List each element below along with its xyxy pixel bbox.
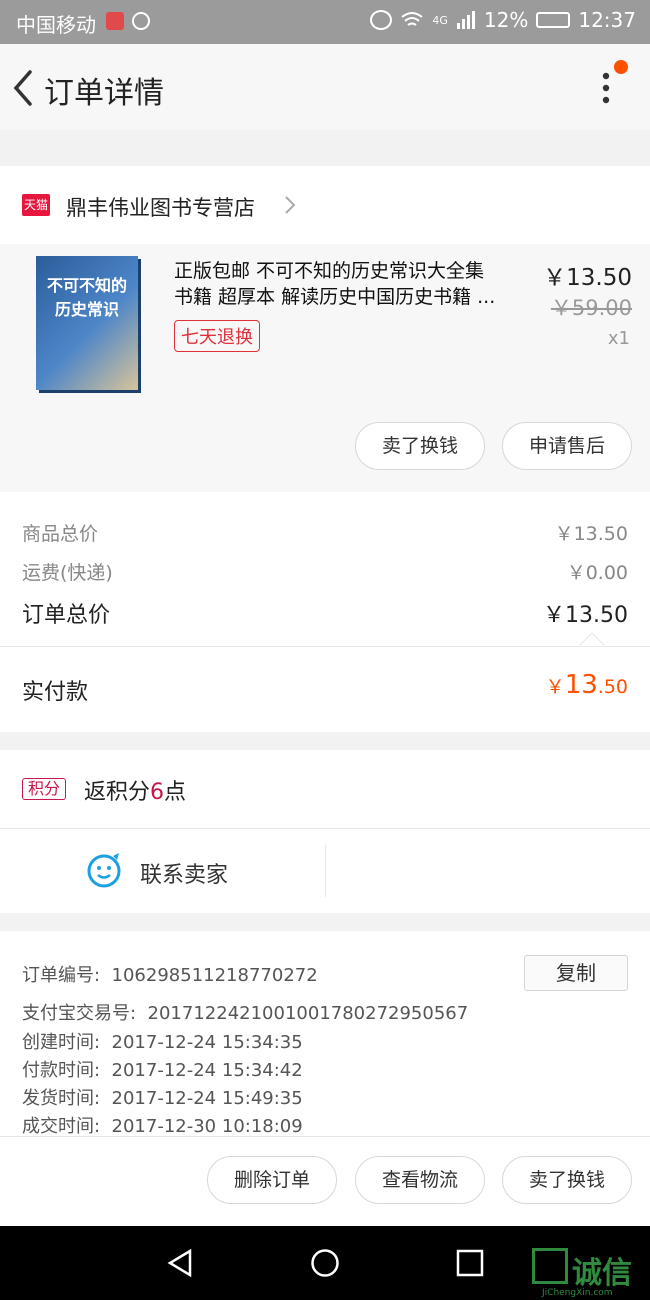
after-sale-button[interactable]: 申请售后 [502, 422, 632, 470]
order-number: 106298511218770272 [111, 965, 318, 986]
carrier-name: 中国移动 [16, 13, 96, 37]
alarm-icon [370, 10, 393, 30]
points-number: 6 [150, 780, 165, 805]
original-price: ￥59.00 [550, 296, 632, 320]
product-title-line1: 正版包邮 不可不知的历史常识大全集 [174, 260, 485, 282]
back-arrow-icon[interactable] [10, 68, 40, 108]
goods-total-label: 商品总价 [22, 523, 99, 545]
sell-for-cash-button[interactable]: 卖了换钱 [502, 1156, 632, 1204]
completed-row: 成交时间: 2017-12-30 10:18:09 [22, 1112, 303, 1138]
more-menu-icon[interactable] [598, 70, 618, 110]
network-type: 4G [432, 13, 448, 27]
order-total-value: ￥13.50 [543, 603, 628, 628]
shipping-label: 运费(快递) [22, 562, 113, 584]
points-row: 积分 返积分6点 [0, 750, 650, 828]
nav-home-icon[interactable] [310, 1248, 340, 1278]
pointer-notch [579, 632, 605, 658]
points-text: 返积分6点 [84, 774, 186, 806]
paid-integer: 13 [564, 670, 598, 700]
chevron-right-icon [285, 196, 296, 214]
contact-seller-button[interactable]: 联系卖家 [140, 857, 228, 889]
divider [0, 646, 650, 647]
goods-total-value: ￥13.50 [554, 523, 628, 545]
product-image[interactable]: 不可不知的历史常识 [36, 256, 138, 390]
contact-seller-row: 联系卖家 [0, 829, 650, 913]
signal-icon [456, 11, 475, 29]
watermark-subtext: JiChengXin.com [542, 1288, 613, 1298]
created-time: 2017-12-24 15:34:35 [111, 1032, 303, 1053]
chat-bubble-icon [87, 853, 121, 888]
view-logistics-button[interactable]: 查看物流 [355, 1156, 485, 1204]
paid-row: 付款时间: 2017-12-24 15:34:42 [22, 1056, 303, 1082]
copy-button[interactable]: 复制 [524, 955, 628, 991]
alipay-label: 支付宝交易号: [22, 1003, 137, 1024]
paid-amount-value: ￥13.50 [546, 670, 628, 700]
created-row: 创建时间: 2017-12-24 15:34:35 [22, 1028, 303, 1054]
tmall-badge: 天猫 [22, 194, 50, 216]
wifi-icon [401, 12, 423, 26]
return-policy-tag: 七天退换 [174, 320, 260, 352]
battery-icon [536, 12, 571, 28]
order-number-label: 订单编号: [22, 965, 101, 986]
shipped-time: 2017-12-24 15:49:35 [111, 1088, 303, 1109]
order-number-row: 订单编号: 106298511218770272 [22, 961, 318, 987]
delete-order-button[interactable]: 删除订单 [207, 1156, 337, 1204]
book-cover-title: 不可不知的历史常识 [46, 276, 127, 319]
store-row[interactable]: 天猫 鼎丰伟业图书专营店 [0, 166, 650, 244]
notification-app-icon [106, 12, 124, 30]
created-label: 创建时间: [22, 1032, 101, 1053]
clock: 12:37 [578, 8, 636, 32]
alipay-row: 支付宝交易号: 2017122421001001780272950567 [22, 999, 468, 1025]
completed-label: 成交时间: [22, 1116, 101, 1137]
price-summary: 商品总价 ￥13.50 运费(快递) ￥0.00 订单总价 ￥13.50 实付款… [0, 492, 650, 732]
product-title-line2: 书籍 超厚本 解读历史中国历史书籍 ... [174, 286, 496, 308]
notification-dot [614, 60, 628, 74]
notification-hand-icon [132, 12, 150, 30]
product-card: 不可不知的历史常识 正版包邮 不可不知的历史常识大全集 书籍 超厚本 解读历史中… [0, 244, 650, 492]
system-nav-bar: 诚信 JiChengXin.com [0, 1226, 650, 1300]
sell-button[interactable]: 卖了换钱 [355, 422, 485, 470]
status-bar: 中国移动 4G 12% 12:37 [0, 0, 650, 44]
battery-percent: 12% [483, 8, 529, 32]
shipped-row: 发货时间: 2017-12-24 15:49:35 [22, 1084, 303, 1110]
paid-currency: ￥ [545, 676, 565, 698]
points-badge: 积分 [22, 778, 67, 800]
product-price: ￥13.50 [543, 265, 632, 291]
paid-time: 2017-12-24 15:34:42 [111, 1060, 303, 1081]
status-indicators: 4G 12% 12:37 [370, 8, 636, 32]
nav-back-icon[interactable] [166, 1248, 196, 1278]
alipay-number: 2017122421001001780272950567 [147, 1003, 469, 1024]
order-info: 订单编号: 106298511218770272 复制 支付宝交易号: 2017… [0, 931, 650, 1138]
paid-amount-label: 实付款 [22, 680, 89, 705]
points-prefix: 返积分 [84, 780, 151, 805]
points-suffix: 点 [164, 780, 187, 805]
product-quantity: x1 [607, 328, 630, 349]
shipping-value: ￥0.00 [566, 562, 628, 584]
bottom-action-bar: 删除订单 查看物流 卖了换钱 [0, 1136, 650, 1226]
store-name: 鼎丰伟业图书专营店 [66, 196, 255, 220]
completed-time: 2017-12-30 10:18:09 [111, 1116, 303, 1137]
paid-decimal: .50 [597, 676, 628, 698]
watermark-text: 诚信 [572, 1256, 632, 1291]
shipped-label: 发货时间: [22, 1088, 101, 1109]
watermark-logo: 诚信 JiChengXin.com [532, 1248, 650, 1300]
nav-recents-icon[interactable] [455, 1248, 485, 1278]
product-title[interactable]: 正版包邮 不可不知的历史常识大全集 书籍 超厚本 解读历史中国历史书籍 ... [174, 258, 534, 310]
order-total-label: 订单总价 [22, 603, 111, 628]
page-title: 订单详情 [44, 76, 164, 111]
paid-label: 付款时间: [22, 1060, 101, 1081]
divider [325, 845, 326, 897]
watermark-icon [532, 1248, 568, 1284]
app-header: 订单详情 [0, 44, 650, 130]
